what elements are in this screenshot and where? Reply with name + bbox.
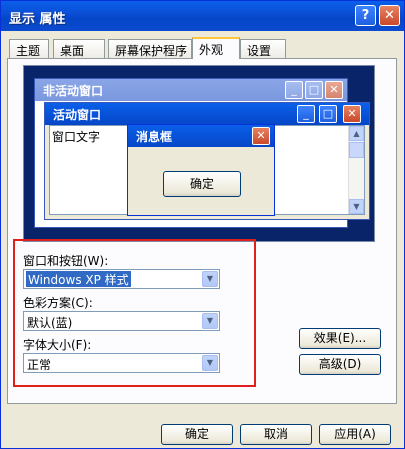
maximize-icon: □ [305,81,323,99]
help-button[interactable]: ? [355,5,376,26]
tab-screensaver[interactable]: 屏幕保护程序 [108,39,192,58]
scroll-down-icon: ▼ [349,199,364,214]
preview-scrollbar: ▲ ▼ [348,126,364,214]
maximize-icon: □ [319,105,337,123]
msgbox-title: 消息框 [136,130,173,144]
scroll-up-icon: ▲ [349,126,364,141]
windows-buttons-label: 窗口和按钮(W): [23,254,109,268]
close-icon: ✕ [343,105,361,123]
windows-buttons-select[interactable]: Windows XP 样式 ▼ [23,269,220,289]
title-bar: 显示 属性 ? ✕ [1,1,404,31]
msgbox-ok-button: 确定 [163,171,241,197]
chevron-down-icon[interactable]: ▼ [202,313,218,329]
cancel-button[interactable]: 取消 [240,424,312,445]
active-window-title: 活动窗口 [53,108,102,122]
chevron-down-icon[interactable]: ▼ [202,355,218,371]
color-scheme-select[interactable]: 默认(蓝) ▼ [23,311,220,331]
scroll-thumb [349,142,364,158]
font-size-select[interactable]: 正常 ▼ [23,353,220,373]
inactive-window-title: 非活动窗口 [43,84,104,98]
ok-button[interactable]: 确定 [161,424,233,445]
font-size-label: 字体大小(F): [23,338,92,352]
advanced-button[interactable]: 高级(D) [299,354,381,375]
effects-button[interactable]: 效果(E)... [299,328,381,349]
tab-desktop[interactable]: 桌面 [53,39,105,58]
window-text-label: 窗口文字 [52,130,101,144]
tab-appearance[interactable]: 外观 [192,37,240,59]
apply-button[interactable]: 应用(A) [319,424,391,445]
display-properties-window: 显示 属性 ? ✕ 主题 桌面 屏幕保护程序 外观 设置 非活动窗口 _ □ ✕… [0,0,405,449]
close-button[interactable]: ✕ [379,5,400,26]
minimize-icon: _ [297,105,315,123]
preview-message-box: 消息框 ✕ 确定 [127,124,275,216]
color-scheme-label: 色彩方案(C): [23,296,93,310]
close-icon: ✕ [325,81,343,99]
tab-theme[interactable]: 主题 [9,39,49,58]
tab-settings[interactable]: 设置 [240,39,286,58]
window-title: 显示 属性 [9,12,66,27]
chevron-down-icon[interactable]: ▼ [202,271,218,287]
close-icon: ✕ [252,127,270,145]
minimize-icon: _ [285,81,303,99]
